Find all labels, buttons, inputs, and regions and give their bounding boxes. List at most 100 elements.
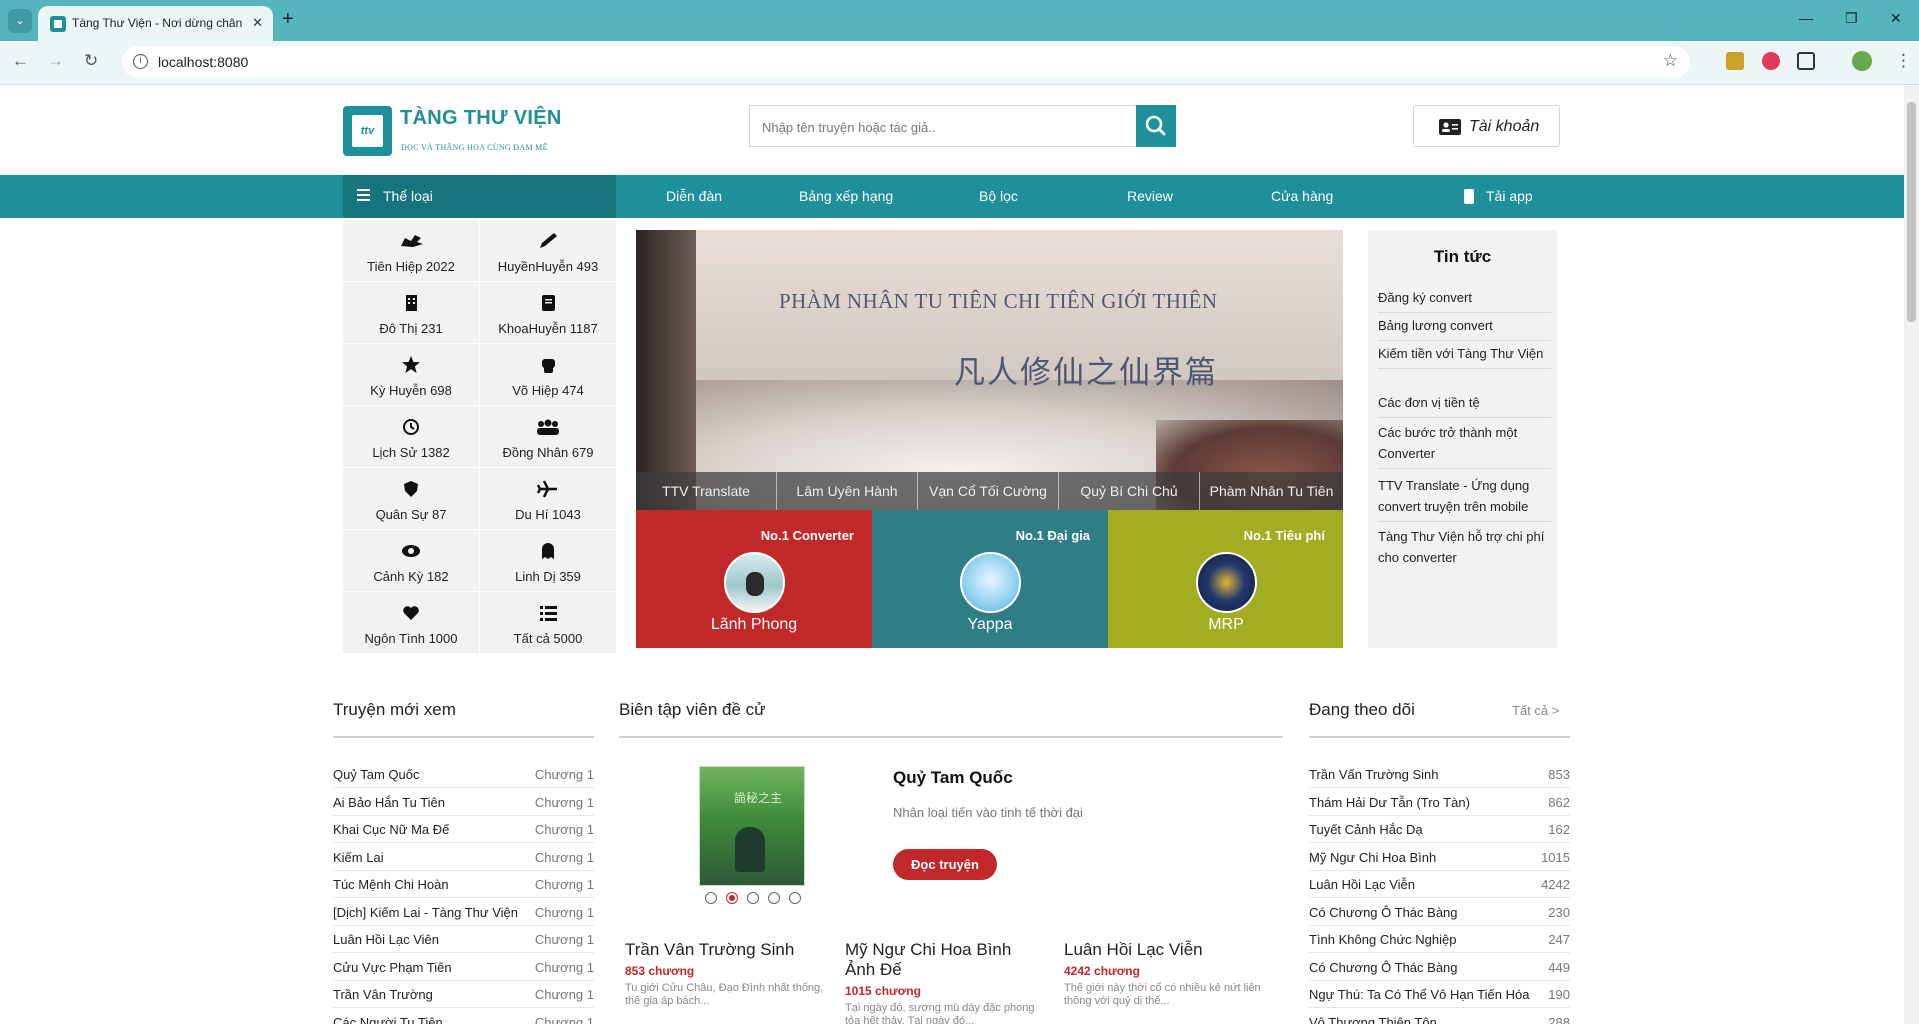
page-scrollbar[interactable] [1904,86,1919,1024]
list-item[interactable]: Quỷ Tam Quốc Chương 1 [333,760,594,788]
extensions-puzzle-icon[interactable] [1797,52,1815,70]
category-do-thi[interactable]: Đô Thị 231 [343,282,479,343]
book-title[interactable]: Luân Hồi Lạc Viễn [1064,940,1264,960]
banner-image[interactable]: PHÀM NHÂN TU TIÊN CHI TIÊN GIỚI THIÊN 凡人… [636,230,1343,510]
pick-book-title[interactable]: Quỷ Tam Quốc [893,768,1013,788]
reload-icon[interactable]: ↻ [84,51,98,71]
nav-link-review[interactable]: Review [1127,188,1173,204]
scrollbar-thumb[interactable] [1907,102,1916,322]
category-quan-su[interactable]: Quân Sự 87 [343,468,479,529]
book-cover[interactable]: 詭秘之主 [699,766,805,886]
list-item[interactable]: Ngự Thú: Ta Có Thể Vô Hạn Tiến Hóa 190 [1309,980,1570,1008]
site-info-icon[interactable]: i [133,54,148,69]
list-item[interactable]: Các Người Tu Tiên Chương 1 [333,1008,594,1024]
see-all-link[interactable]: Tất cả > [1512,703,1559,718]
tab-close-icon[interactable]: ✕ [252,15,263,31]
window-close-icon[interactable]: ✕ [1890,10,1902,27]
tab-search-icon[interactable]: ⌄ [8,9,32,33]
list-item[interactable]: Tuyết Cảnh Hắc Dạ 162 [1309,815,1570,843]
award-top-converter[interactable]: No.1 Converter Lãnh Phong [636,510,872,648]
award-top-donor[interactable]: No.1 Đại gia Yappa [872,510,1108,648]
book-card[interactable]: Luân Hồi Lạc Viễn 4242 chương Thế giới n… [1064,940,1264,1008]
avatar[interactable] [1196,552,1257,613]
extension-icon[interactable] [1762,52,1780,70]
category-canh-ky[interactable]: Cảnh Kỳ 182 [343,530,479,591]
site-name[interactable]: TÀNG THƯ VIỆN [400,107,562,130]
award-name[interactable]: Yappa [872,616,1108,634]
category-du-hi[interactable]: Du Hí 1043 [480,468,616,529]
list-item[interactable]: Tình Không Chức Nghiệp 247 [1309,925,1570,953]
list-item[interactable]: Cửu Vực Phạm Tiên Chương 1 [333,953,594,981]
news-item[interactable]: Các bước trở thành một Converter [1378,422,1551,469]
avatar[interactable] [724,552,785,613]
category-huyen-huyen[interactable]: HuyềnHuyễn 493 [480,220,616,281]
book-card[interactable]: Trần Vân Trường Sinh 853 chương Tu giới … [625,940,825,1008]
banner-slider[interactable]: PHÀM NHÂN TU TIÊN CHI TIÊN GIỚI THIÊN 凡人… [636,230,1343,648]
nav-link-ranking[interactable]: Bảng xếp hạng [799,188,893,204]
list-item[interactable]: Ai Bảo Hắn Tu Tiên Chương 1 [333,788,594,816]
category-ky-huyen[interactable]: Kỳ Huyễn 698 [343,344,479,405]
list-item[interactable]: Vô Thượng Thiên Tôn 288 [1309,1008,1570,1024]
list-item[interactable]: Có Chương Ô Thác Bàng 449 [1309,953,1570,981]
slide-dot[interactable] [768,892,780,904]
slide-dot[interactable] [705,892,717,904]
slide-tab[interactable]: Lâm Uyên Hành [777,472,918,510]
bookmark-star-icon[interactable]: ☆ [1663,51,1678,71]
book-title[interactable]: Mỹ Ngư Chi Hoa Bình Ảnh Đế [845,940,1035,980]
list-item[interactable]: Thám Hải Dư Tẫn (Tro Tàn) 862 [1309,788,1570,816]
list-item[interactable]: Mỹ Ngư Chi Hoa Bình 1015 [1309,843,1570,871]
profile-avatar[interactable] [1852,51,1872,71]
list-item[interactable]: Khai Cục Nữ Ma Đế Chương 1 [333,815,594,843]
category-tat-ca[interactable]: Tất cả 5000 [480,592,616,653]
avatar[interactable] [960,552,1021,613]
account-button[interactable]: Tài khoản [1413,105,1560,147]
slide-tab[interactable]: Quỷ Bí Chi Chủ [1059,472,1200,510]
slide-dot-active[interactable] [726,892,738,904]
nav-link-store[interactable]: Cửa hàng [1271,188,1333,204]
news-item[interactable]: Bảng lương convert [1378,315,1551,341]
search-button[interactable] [1136,105,1176,147]
list-item[interactable]: Có Chương Ô Thác Bàng 230 [1309,898,1570,926]
award-name[interactable]: Lãnh Phong [636,616,872,634]
news-item[interactable]: Các đơn vị tiền tệ [1378,392,1551,418]
list-item[interactable]: Trần Vân Trường Chương 1 [333,980,594,1008]
minimize-icon[interactable]: — [1799,10,1813,26]
search-input[interactable] [762,117,1122,137]
slide-tab[interactable]: TTV Translate [636,472,777,510]
category-linh-di[interactable]: Linh Dị 359 [480,530,616,591]
browser-menu-icon[interactable]: ⋮ [1895,51,1912,71]
award-top-spender[interactable]: No.1 Tiêu phí MRP [1108,510,1343,648]
award-name[interactable]: MRP [1108,616,1343,634]
address-bar[interactable]: i localhost:8080 ☆ [122,46,1690,78]
slide-dot[interactable] [747,892,759,904]
restore-icon[interactable]: ❐ [1845,10,1858,27]
back-icon[interactable]: ← [12,51,29,71]
slide-dot[interactable] [789,892,801,904]
read-button[interactable]: Đọc truyện [893,849,997,880]
news-item[interactable]: Kiếm tiền với Tàng Thư Viện [1378,343,1551,369]
book-title[interactable]: Trần Vân Trường Sinh [625,940,825,960]
news-item[interactable]: Tàng Thư Viện hỗ trợ chi phí cho convert… [1378,526,1551,572]
category-ngon-tinh[interactable]: Ngôn Tình 1000 [343,592,479,653]
list-item[interactable]: Luân Hồi Lạc Viên Chương 1 [333,925,594,953]
site-logo[interactable]: ttv [343,106,392,156]
nav-link-app[interactable]: Tải app [1464,188,1533,204]
forward-icon[interactable]: → [47,51,64,71]
categories-toggle[interactable]: Thể loại [343,175,616,218]
list-item[interactable]: Túc Mệnh Chi Hoàn Chương 1 [333,870,594,898]
slide-tab[interactable]: Vạn Cổ Tối Cường [918,472,1059,510]
extension-icon[interactable] [1726,52,1744,70]
news-item[interactable]: TTV Translate - Ứng dụng convert truyện … [1378,475,1551,522]
list-item[interactable]: [Dịch] Kiếm Lai - Tàng Thư Viện Chương 1 [333,898,594,926]
list-item[interactable]: Kiếm Lai Chương 1 [333,843,594,871]
news-item[interactable]: Đăng ký convert [1378,287,1551,313]
list-item[interactable]: Trần Vấn Trường Sinh 853 [1309,760,1570,788]
category-dong-nhan[interactable]: Đồng Nhân 679 [480,406,616,467]
nav-link-filter[interactable]: Bộ lọc [979,188,1018,204]
nav-link-forum[interactable]: Diễn đàn [666,188,722,204]
slide-tab[interactable]: Phàm Nhân Tu Tiên [1200,472,1343,510]
category-lich-su[interactable]: Lịch Sử 1382 [343,406,479,467]
category-vo-hiep[interactable]: Võ Hiệp 474 [480,344,616,405]
category-khoa-huyen[interactable]: KhoaHuyễn 1187 [480,282,616,343]
list-item[interactable]: Luân Hồi Lạc Viễn 4242 [1309,870,1570,898]
